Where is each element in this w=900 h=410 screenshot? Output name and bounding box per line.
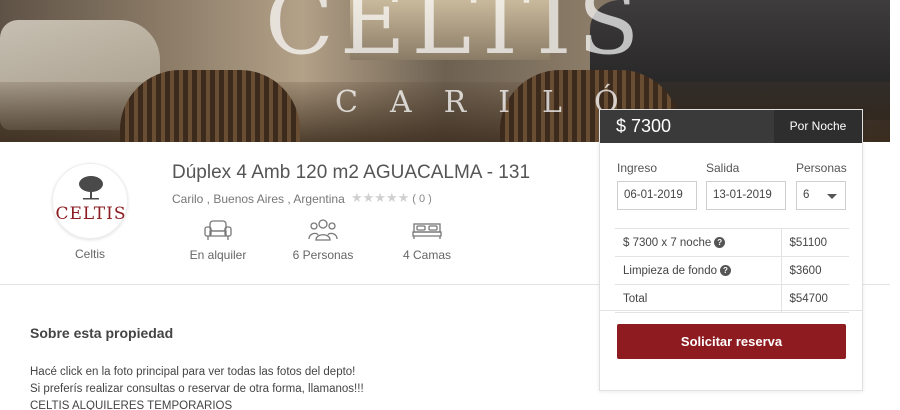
guests-label: Personas: [796, 161, 847, 175]
breakdown-row: $ 7300 x 7 noche? $51100: [615, 228, 849, 257]
booking-divider: [600, 310, 862, 311]
nightly-price: $ 7300: [616, 116, 672, 136]
about-line: Si preferís realizar consultas o reserva…: [30, 383, 364, 395]
host-name[interactable]: Celtis: [52, 247, 128, 261]
feature-beds: 4 Camas: [382, 218, 472, 262]
people-icon: [308, 219, 338, 241]
chevron-down-icon: [827, 194, 837, 199]
breakdown-label: Total: [615, 284, 781, 313]
booking-widget: $ 7300 Por Noche Ingreso Salida Personas…: [599, 109, 863, 391]
request-booking-button[interactable]: Solicitar reserva: [617, 324, 846, 359]
bed-icon: [412, 223, 442, 239]
breakdown-row: Limpieza de fondo? $3600: [615, 256, 849, 285]
hero-brand-watermark: CELTIS: [265, 0, 646, 75]
help-icon[interactable]: ?: [714, 236, 726, 248]
feature-guests: 6 Personas: [278, 218, 368, 262]
property-location: Carilo , Buenos Aires , Argentina: [172, 192, 345, 206]
breakdown-row-total: Total $54700: [615, 284, 849, 313]
breakdown-value: $54700: [780, 284, 849, 313]
about-description: Hacé click en la foto principal para ver…: [30, 364, 364, 410]
about-title: Sobre esta propiedad: [30, 325, 174, 341]
sofa-icon: [204, 220, 232, 240]
feature-label: 4 Camas: [402, 248, 452, 262]
checkin-label: Ingreso: [617, 161, 658, 175]
rating-stars-icon: ★★★★★: [351, 190, 410, 205]
price-unit: Por Noche: [774, 110, 862, 143]
feature-label: En alquiler: [189, 248, 247, 262]
tree-icon: [79, 176, 103, 200]
rating-count: ( 0 ): [412, 193, 432, 205]
property-title: Dúplex 4 Amb 120 m2 AGUACALMA - 131: [172, 162, 531, 183]
breakdown-value: $3600: [780, 256, 849, 285]
feature-label: 6 Personas: [292, 248, 354, 262]
about-line: Hacé click en la foto principal para ver…: [30, 366, 356, 378]
host-logo[interactable]: CELTIS: [52, 163, 128, 239]
breakdown-label: $ 7300 x 7 noche?: [615, 228, 781, 257]
host-logo-text: CELTIS: [55, 204, 127, 224]
feature-rental-type: En alquiler: [173, 218, 263, 262]
price-bar: $ 7300 Por Noche: [600, 110, 862, 143]
checkout-date-field[interactable]: 13-01-2019: [706, 181, 786, 210]
breakdown-value: $51100: [780, 228, 849, 257]
checkin-date-field[interactable]: 06-01-2019: [617, 181, 697, 210]
guests-select-value: 6: [803, 189, 810, 201]
about-line: CELTIS ALQUILERES TEMPORARIOS: [30, 400, 233, 410]
guests-select[interactable]: 6: [796, 181, 846, 210]
rating: ★★★★★( 0 ): [351, 190, 432, 206]
hero-chair: [120, 70, 300, 142]
checkout-label: Salida: [706, 161, 740, 175]
breakdown-label: Limpieza de fondo?: [615, 256, 781, 285]
help-icon[interactable]: ?: [719, 264, 731, 276]
price-breakdown: $ 7300 x 7 noche? $51100 Limpieza de fon…: [615, 228, 849, 313]
